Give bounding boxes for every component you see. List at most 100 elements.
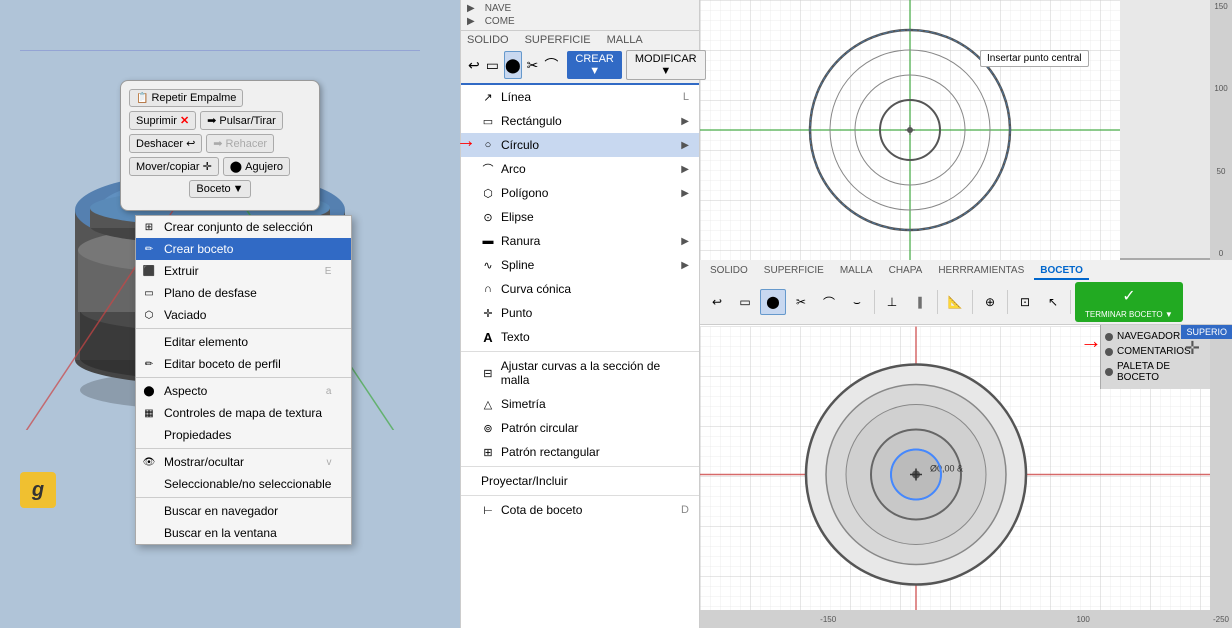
pulsar-tirar-btn[interactable]: ➡ Pulsar/Tirar [200,111,283,130]
linea-icon: ↗ [481,90,495,104]
repeat-icon: 📋 [136,93,148,104]
nav-item-2[interactable]: COME [485,16,515,27]
plano-icon: ▭ [142,286,156,300]
context-item-buscar-ventana[interactable]: Buscar en la ventana [136,522,351,544]
editar-icon [142,335,156,349]
dd-item-proyectar[interactable]: Proyectar/Incluir [461,469,699,493]
dd-item-curva[interactable]: ∩ Curva cónica [461,277,699,301]
rect-toolbar-icon[interactable]: ▭ [485,51,500,79]
step-badge: g [20,472,56,508]
dd-item-poligono[interactable]: ⬡ Polígono ▶ [461,181,699,205]
pulsar-icon: ➡ [207,114,216,127]
dd-item-ajustar[interactable]: ⊟ Ajustar curvas a la sección de malla [461,354,699,392]
context-item-seleccionable[interactable]: Seleccionable/no seleccionable [136,473,351,495]
suprimir-btn[interactable]: Suprimir ✕ [129,111,196,130]
rt-measure-icon[interactable]: 📐 [942,289,968,315]
move-icon: ✛ [203,160,212,173]
context-item-controles[interactable]: ▦ Controles de mapa de textura [136,402,351,424]
rt-scissors-icon[interactable]: ✂ [788,289,814,315]
context-item-aspecto[interactable]: ⬤ Aspecto a [136,380,351,402]
rehacer-btn[interactable]: ➡ Rehacer [206,134,274,153]
rt-insert-icon[interactable]: ⊕ [977,289,1003,315]
dd-item-ranura[interactable]: ▬ Ranura ▶ [461,229,699,253]
mover-copiar-btn[interactable]: Mover/copiar ✛ [129,157,219,176]
dd-item-linea[interactable]: ↗ Línea L [461,85,699,109]
dd-item-simetria[interactable]: △ Simetría [461,392,699,416]
dd-sep-1 [461,351,699,352]
dd-item-rectangulo[interactable]: ▭ Rectángulo ▶ [461,109,699,133]
context-item-vaciado[interactable]: ⬡ Vaciado [136,304,351,326]
boceto-dropdown[interactable]: Boceto ▼ [189,180,250,198]
nav-item-1[interactable]: NAVE [485,3,512,14]
dd-item-patron-rect[interactable]: ⊞ Patrón rectangular [461,440,699,464]
repetir-empalme-btn[interactable]: 📋 Repetir Empalme [129,89,243,107]
context-item-buscar-nav[interactable]: Buscar en navegador [136,500,351,522]
dd-item-cota[interactable]: ⊢ Cota de boceto D [461,498,699,522]
comentarios-dot [1105,348,1113,356]
rt-undo-icon[interactable]: ↩ [704,289,730,315]
dd-item-circulo[interactable]: ○ Círculo ▶ [461,133,699,157]
rt-tab-boceto[interactable]: BOCETO [1034,263,1089,280]
scissors-toolbar-icon[interactable]: ✂ [526,51,540,79]
rt-sep-3 [972,290,973,314]
dd-item-patron-circ[interactable]: ⊚ Patrón circular [461,416,699,440]
rt-sep-1 [874,290,875,314]
dd-item-arco[interactable]: ⌒ Arco ▶ [461,157,699,181]
tab-solido[interactable]: SOLIDO [467,34,509,46]
spline-arrow: ▶ [681,260,689,271]
propiedades-icon [142,428,156,442]
rt-tab-malla[interactable]: MALLA [834,263,879,280]
rt-tab-chapa[interactable]: CHAPA [883,263,929,280]
rt-rect-icon[interactable]: ▭ [732,289,758,315]
poligono-icon: ⬡ [481,186,495,200]
rt-tab-superficie[interactable]: SUPERFICIE [758,263,830,280]
context-item-crear-conjunto[interactable]: ⊞ Crear conjunto de selección [136,216,351,238]
rt-fillet-icon[interactable]: ⌣ [844,289,870,315]
agujero-btn[interactable]: ⬤ Agujero [223,157,290,176]
rt-circle-icon[interactable]: ⬤ [760,289,786,315]
boceto-icon: ✏ [142,242,156,256]
terminar-boceto-btn[interactable]: ✓ TERMINAR BOCETO ▼ [1075,282,1183,322]
rt-cursor-icon[interactable]: ↖ [1040,289,1066,315]
rt-tab-herramientas[interactable]: HERRRAMIENTAS [932,263,1030,280]
right-bottom: SOLIDO SUPERFICIE MALLA CHAPA HERRRAMIEN… [700,260,1232,628]
patron-rect-icon: ⊞ [481,445,495,459]
context-item-editar-elemento[interactable]: Editar elemento [136,331,351,353]
modificar-btn[interactable]: MODIFICAR ▼ [626,50,706,80]
extra-toolbar-icon[interactable]: ⌒ [543,51,559,79]
paleta-dot [1105,368,1113,376]
circle-toolbar-icon[interactable]: ⬤ [504,51,522,79]
rt-constraint-icon[interactable]: ⊥ [879,289,905,315]
dd-item-texto[interactable]: A Texto [461,325,699,349]
tab-superficie[interactable]: SUPERFICIE [525,34,591,46]
dropdown-items: ↗ Línea L ▭ Rectángulo ▶ ○ Círculo ▶ ⌒ A… [461,85,699,522]
dd-item-elipse[interactable]: ⊙ Elipse [461,205,699,229]
undo-icon: ↩ [186,137,195,150]
context-item-extruir[interactable]: ⬛ Extruir E [136,260,351,282]
texto-icon: A [481,330,495,344]
rt-curve-icon[interactable]: ⌒ [816,289,842,315]
tab-malla[interactable]: MALLA [607,34,643,46]
undo-toolbar-icon[interactable]: ↩ [467,51,481,79]
crear-btn[interactable]: CREAR ▼ [567,51,622,79]
arco-icon: ⌒ [481,162,495,176]
dropdown-panel: ▶ NAVE ▶ COME SOLIDO SUPERFICIE MALLA ↩ … [460,0,700,628]
context-item-mostrar[interactable]: 👁 Mostrar/ocultar v [136,451,351,473]
rt-select-icon[interactable]: ⊡ [1012,289,1038,315]
separator-4 [136,497,351,498]
rt-parallel-icon[interactable]: ∥ [907,289,933,315]
context-item-propiedades[interactable]: Propiedades [136,424,351,446]
seleccionable-icon [142,477,156,491]
context-item-plano[interactable]: ▭ Plano de desfase [136,282,351,304]
navigator-dot [1105,333,1113,341]
deshacer-btn[interactable]: Deshacer ↩ [129,134,202,153]
paleta-item[interactable]: PALETA DE BOCETO [1105,359,1206,385]
rt-tab-solido[interactable]: SOLIDO [704,263,754,280]
dd-item-punto[interactable]: ✛ Punto [461,301,699,325]
bottom-ruler: -150 100 [700,610,1210,628]
top-view-svg [700,0,1120,260]
context-item-editar-boceto[interactable]: ✏ Editar boceto de perfil [136,353,351,375]
context-item-crear-boceto[interactable]: ✏ Crear boceto [136,238,351,260]
arco-arrow: ▶ [681,164,689,175]
dd-item-spline[interactable]: ∿ Spline ▶ [461,253,699,277]
